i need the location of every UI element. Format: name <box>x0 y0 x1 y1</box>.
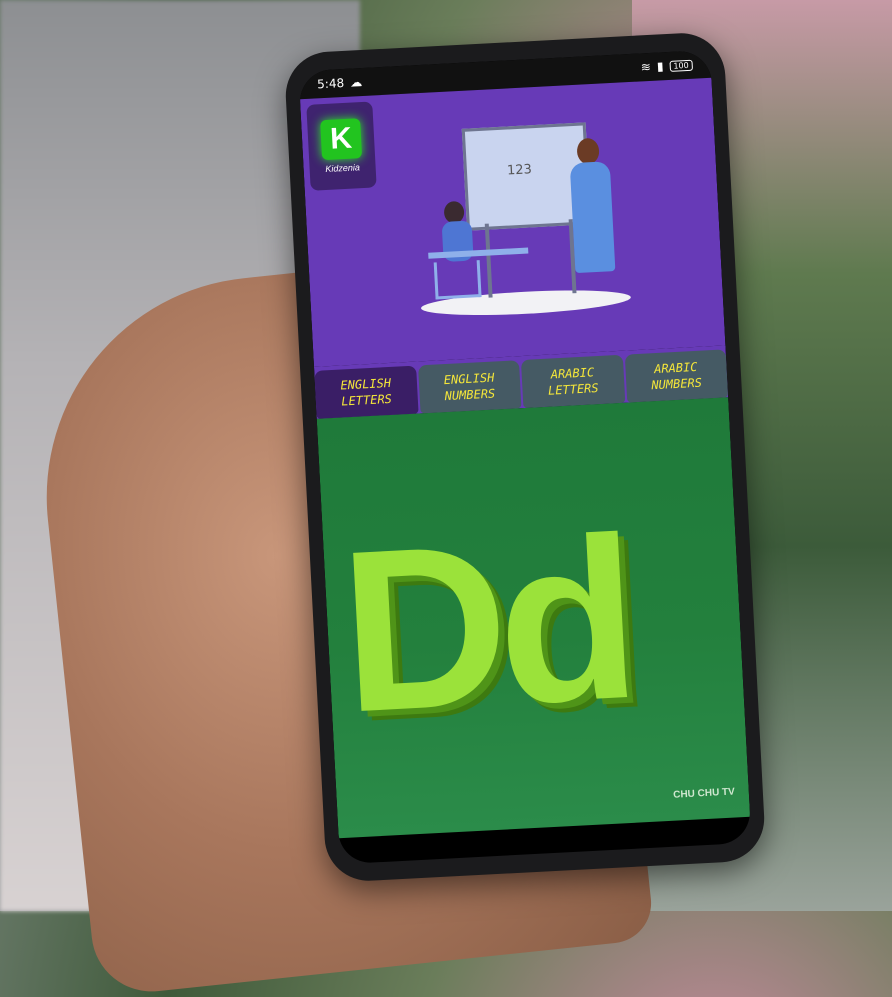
tab-label-line2: LETTERS <box>547 381 599 398</box>
phone: 5:48 ☁ ≋ ▮ 100 K Kidzenia 123 ENGLISH LE… <box>283 31 767 883</box>
logo-mark: K <box>320 118 363 161</box>
tab-label-line1: ENGLISH <box>443 370 495 387</box>
teacher-figure <box>569 161 616 274</box>
student-chair <box>433 260 482 300</box>
battery-icon: 100 <box>669 59 693 72</box>
whiteboard-leg <box>484 223 493 298</box>
tab-english-numbers[interactable]: ENGLISH NUMBERS <box>417 360 522 414</box>
letter-display: Dd <box>335 489 635 761</box>
watermark-logo: CHU CHU TV <box>672 786 736 801</box>
signal-icon: ▮ <box>656 59 664 74</box>
tab-label-line1: ARABIC <box>550 365 595 382</box>
teacher-head <box>576 137 600 165</box>
tab-label-line1: ENGLISH <box>340 375 392 393</box>
tab-label-line2: NUMBERS <box>651 375 703 393</box>
tab-label-line2: LETTERS <box>340 391 393 409</box>
app-logo[interactable]: K Kidzenia <box>306 101 377 191</box>
tab-label-line2: NUMBERS <box>444 386 496 404</box>
hero-banner: K Kidzenia 123 <box>299 77 726 367</box>
whiteboard-text: 123 <box>506 162 533 179</box>
tab-english-letters[interactable]: ENGLISH LETTERS <box>314 365 419 419</box>
wifi-icon: ≋ <box>640 59 652 75</box>
video-content[interactable]: Dd CHU CHU TV <box>316 397 751 839</box>
tab-label-line1: ARABIC <box>653 359 698 376</box>
letter-text: Dd <box>335 488 635 761</box>
tab-arabic-numbers[interactable]: ARABIC NUMBERS <box>624 349 729 403</box>
phone-screen: 5:48 ☁ ≋ ▮ 100 K Kidzenia 123 ENGLISH LE… <box>298 49 752 865</box>
logo-name: Kidzenia <box>325 162 361 175</box>
cloud-icon: ☁ <box>349 75 363 90</box>
tab-arabic-letters[interactable]: ARABIC LETTERS <box>520 354 625 409</box>
status-time: 5:48 <box>316 75 345 92</box>
